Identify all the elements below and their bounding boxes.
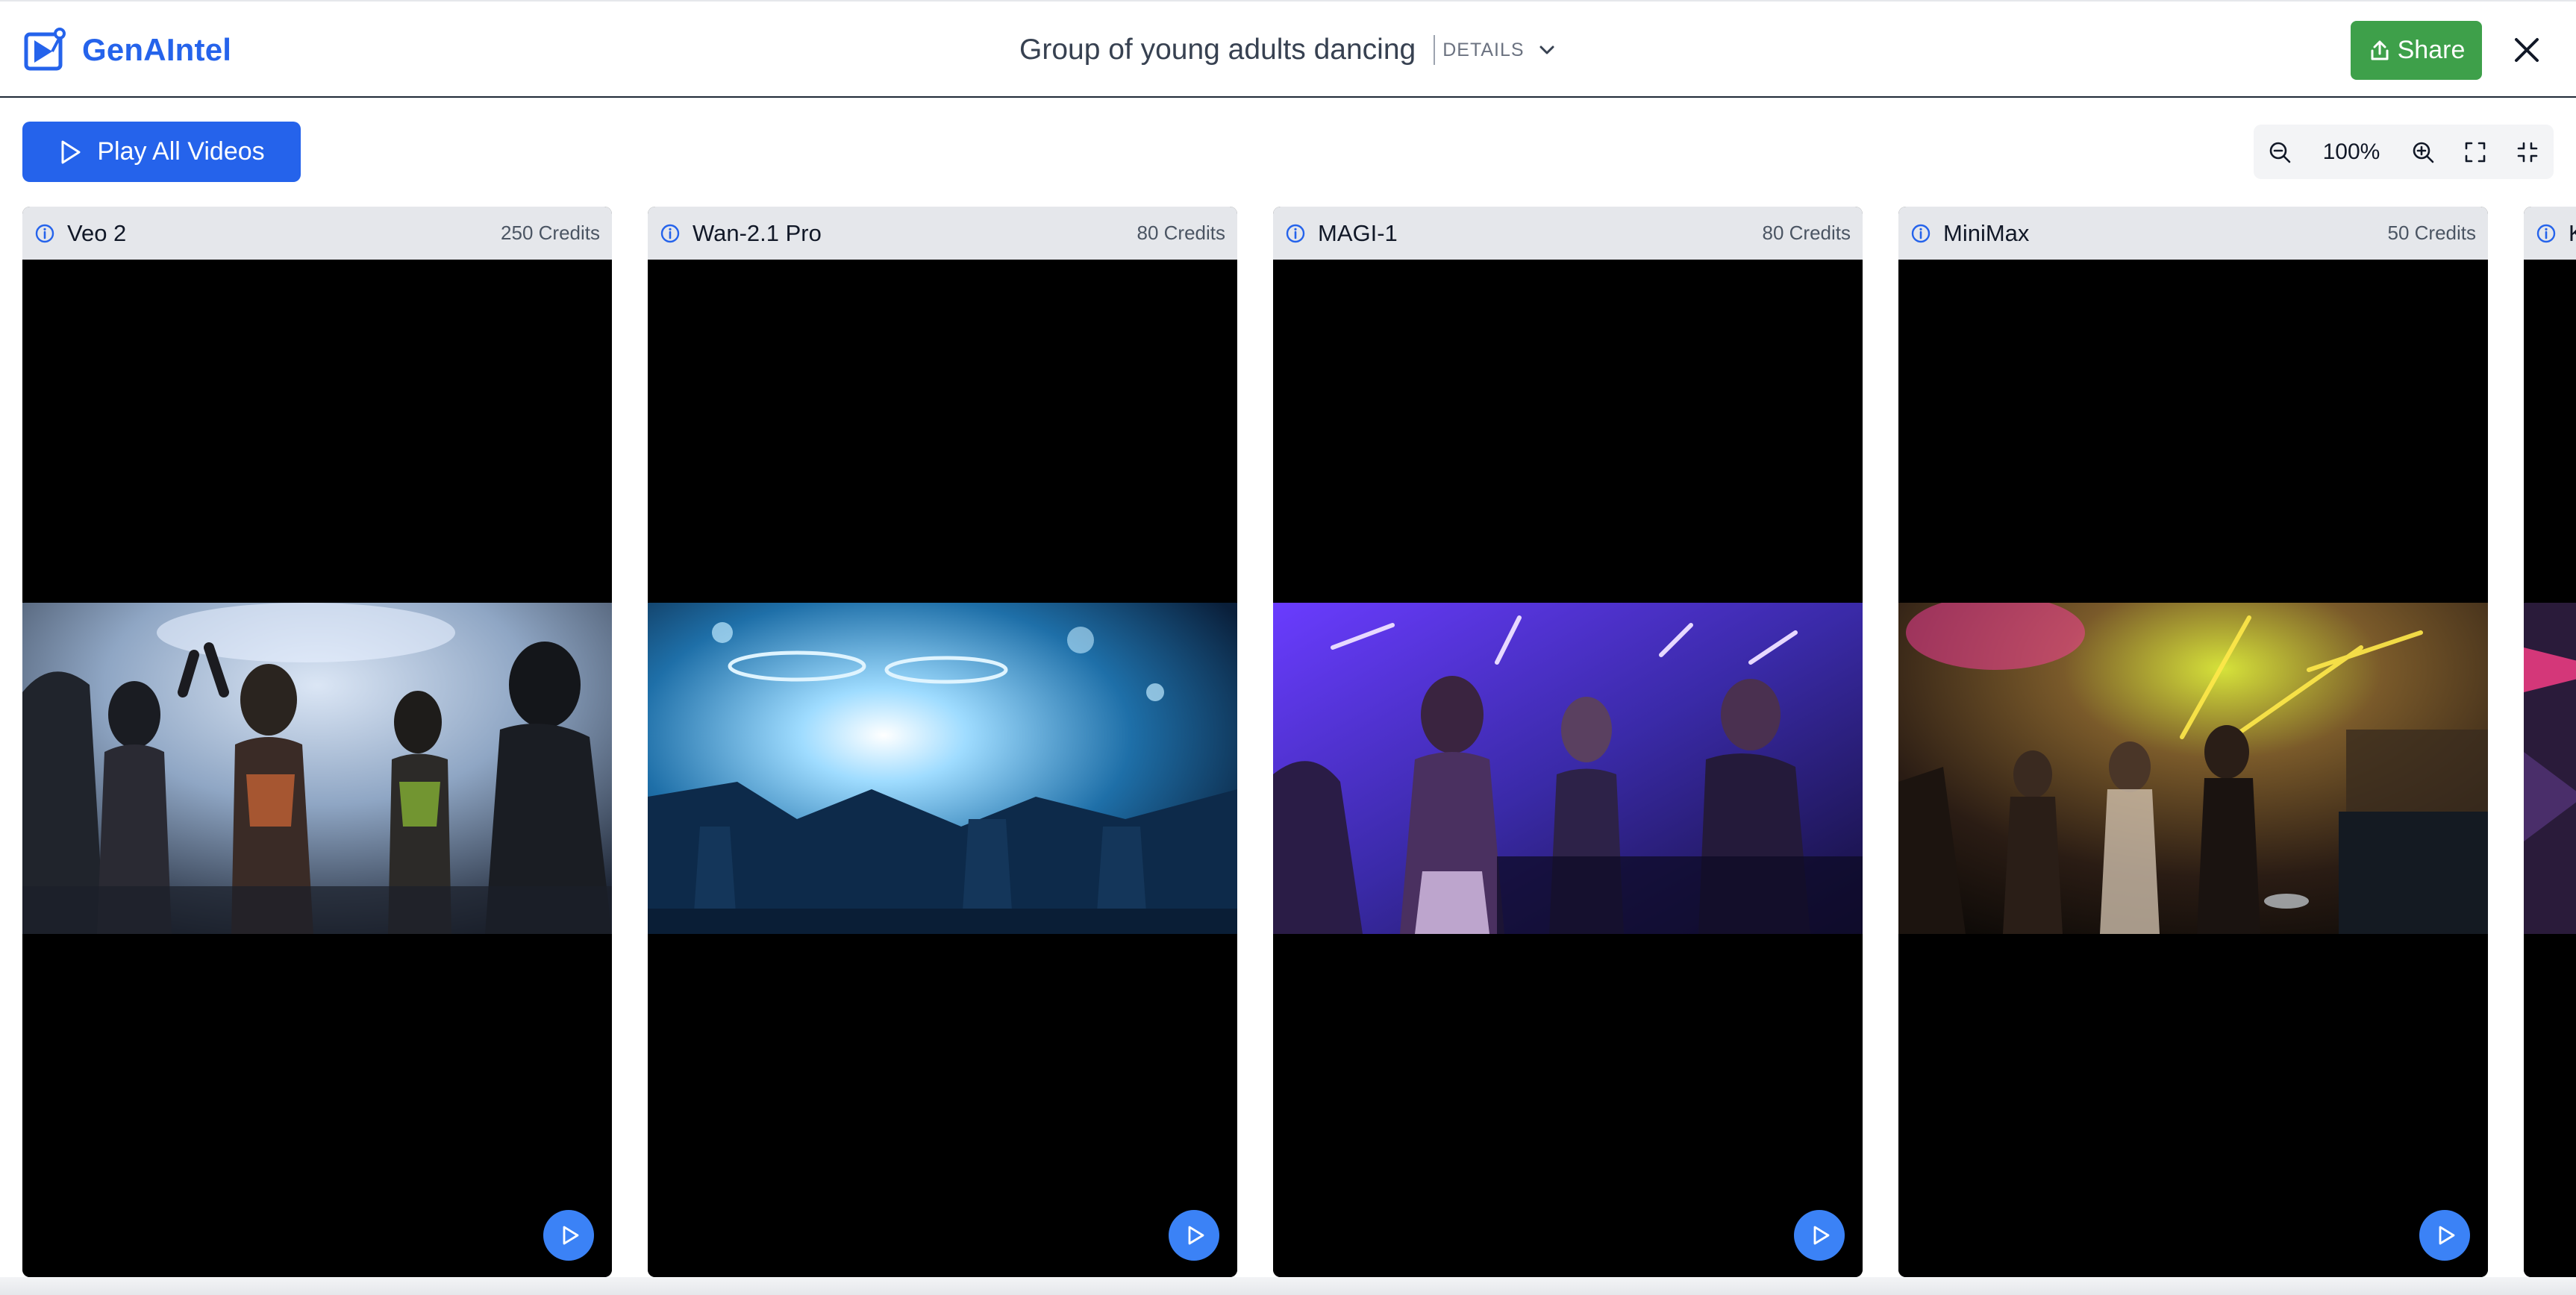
share-button[interactable]: Share: [2351, 21, 2482, 80]
info-icon[interactable]: [1910, 223, 1931, 244]
play-icon: [61, 140, 81, 163]
dancing-scene-image: [22, 603, 612, 934]
card-header: K: [2524, 207, 2576, 260]
share-upload-icon: [2371, 40, 2389, 60]
genaintel-logo-icon: [24, 28, 66, 71]
fullscreen-button[interactable]: [2449, 125, 2501, 179]
play-icon: [2439, 1226, 2455, 1245]
page-title: Group of young adults dancing: [1019, 34, 1416, 66]
zoom-controls: 100%: [2254, 125, 2554, 179]
close-button[interactable]: [2504, 27, 2550, 73]
video-player[interactable]: [648, 260, 1237, 1277]
video-frame: [2524, 603, 2576, 934]
video-frame: [22, 603, 612, 934]
video-frame: [1273, 603, 1863, 934]
play-all-videos-button[interactable]: Play All Videos: [22, 122, 301, 182]
model-name: Veo 2: [67, 219, 127, 246]
info-icon[interactable]: [660, 223, 681, 244]
info-icon[interactable]: [2536, 223, 2557, 244]
zoom-in-button[interactable]: [2397, 125, 2449, 179]
exit-fullscreen-button[interactable]: [2501, 125, 2554, 179]
zoom-out-icon: [2269, 142, 2291, 163]
dancing-scene-image: [1898, 603, 2488, 934]
video-card-partial: K: [2524, 207, 2576, 1277]
card-play-button[interactable]: [1794, 1210, 1845, 1261]
zoom-in-icon: [2413, 142, 2434, 163]
chevron-down-icon: [1539, 46, 1554, 54]
video-card-veo-2: Veo 2 250 Credits: [22, 207, 612, 1277]
card-header: Wan-2.1 Pro 80 Credits: [648, 207, 1237, 260]
video-card-wan-2-1-pro: Wan-2.1 Pro 80 Credits: [648, 207, 1237, 1277]
video-player[interactable]: [2524, 260, 2576, 1277]
share-label: Share: [2397, 36, 2466, 64]
credits-badge: 80 Credits: [1762, 222, 1851, 244]
brand[interactable]: GenAIntel: [22, 27, 231, 73]
credits-badge: 50 Credits: [2387, 222, 2477, 244]
card-play-button[interactable]: [2419, 1210, 2470, 1261]
zoom-level: 100%: [2322, 139, 2380, 164]
card-header: MAGI-1 80 Credits: [1273, 207, 1863, 260]
fullscreen-icon: [2465, 142, 2486, 162]
video-player[interactable]: [1273, 260, 1863, 1277]
video-card-magi-1: MAGI-1 80 Credits: [1273, 207, 1863, 1277]
dancing-scene-image: [648, 603, 1237, 934]
video-player[interactable]: [22, 260, 612, 1277]
dancing-scene-image: [1273, 603, 1863, 934]
zoom-out-button[interactable]: [2254, 125, 2306, 179]
model-name: MiniMax: [1943, 219, 2030, 246]
video-player[interactable]: [1898, 260, 2488, 1277]
play-icon: [1188, 1226, 1204, 1245]
credits-badge: 250 Credits: [501, 222, 600, 244]
model-name: K: [2569, 220, 2576, 247]
card-header: MiniMax 50 Credits: [1898, 207, 2488, 260]
play-icon: [563, 1226, 579, 1245]
video-frame: [648, 603, 1237, 934]
play-all-label: Play All Videos: [97, 137, 265, 166]
bottom-scroll-track: [0, 1277, 2576, 1295]
details-toggle[interactable]: DETAILS: [1434, 35, 1557, 65]
credits-badge: 80 Credits: [1137, 222, 1226, 244]
video-card-minimax: MiniMax 50 Credits: [1898, 207, 2488, 1277]
info-icon[interactable]: [34, 223, 55, 244]
brand-name: GenAIntel: [82, 32, 232, 67]
card-play-button[interactable]: [543, 1210, 594, 1261]
card-play-button[interactable]: [1169, 1210, 1219, 1261]
exit-fullscreen-icon: [2517, 142, 2538, 162]
app-root: GenAIntel Group of young adults dancing …: [0, 0, 2576, 1295]
model-name: MAGI-1: [1318, 219, 1398, 246]
card-header: Veo 2 250 Credits: [22, 207, 612, 260]
top-header: GenAIntel Group of young adults dancing …: [0, 0, 2576, 98]
video-frame: [1898, 603, 2488, 934]
play-icon: [1813, 1226, 1830, 1245]
model-name: Wan-2.1 Pro: [693, 219, 822, 246]
details-label: DETAILS: [1442, 39, 1525, 60]
title-area: Group of young adults dancing DETAILS: [1019, 24, 1557, 76]
close-icon: [2515, 38, 2539, 62]
dancing-scene-image: [2524, 603, 2576, 934]
info-icon[interactable]: [1285, 223, 1306, 244]
